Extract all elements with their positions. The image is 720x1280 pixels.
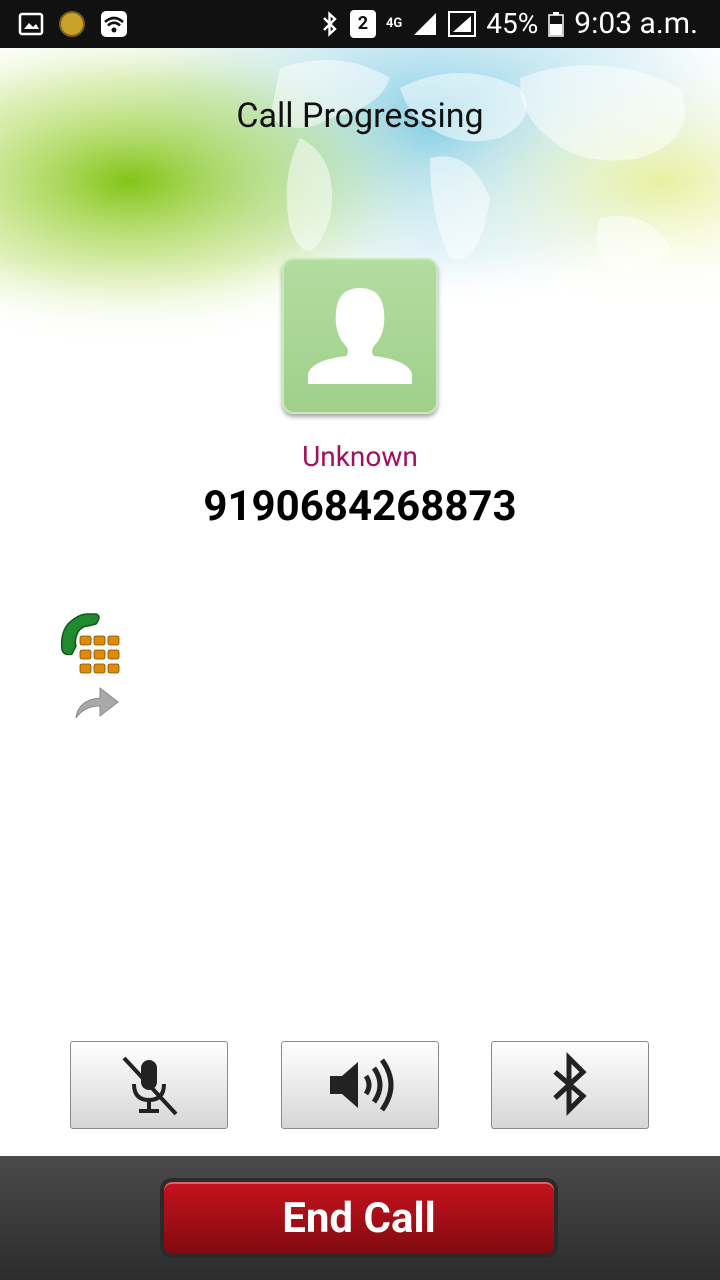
speaker-button[interactable] <box>281 1041 439 1129</box>
bluetooth-icon <box>553 1051 587 1117</box>
forward-arrow-icon <box>75 686 119 719</box>
bluetooth-button[interactable] <box>491 1041 649 1129</box>
mute-button[interactable] <box>70 1041 228 1129</box>
status-time: 9:03 a.m. <box>574 6 698 41</box>
status-bar: 2 4G 45% 9:03 a.m. <box>0 0 720 48</box>
status-right-icons: 2 4G 45% 9:03 a.m. <box>320 6 698 41</box>
battery-percent: 45% <box>486 7 539 40</box>
dialpad-button[interactable] <box>58 610 124 680</box>
person-icon <box>308 288 412 384</box>
signal-icon <box>414 12 437 35</box>
call-forward-button[interactable] <box>72 686 122 720</box>
call-status-title: Call Progressing <box>236 96 484 136</box>
mic-muted-icon <box>122 1056 178 1116</box>
contact-name: Unknown <box>302 440 418 473</box>
contact-number: 9190684268873 <box>203 482 517 531</box>
signal-secondary-icon <box>448 10 477 37</box>
network-type: 4G <box>385 16 403 31</box>
bluetooth-status-icon <box>323 10 337 37</box>
end-call-button[interactable]: End Call <box>160 1178 558 1258</box>
dialpad-phone-icon <box>60 613 120 674</box>
battery-icon <box>548 11 564 37</box>
sim-slot-badge: 2 <box>349 9 376 38</box>
status-left-icons <box>18 10 128 38</box>
gallery-icon <box>18 12 44 36</box>
contact-avatar <box>282 258 438 414</box>
speaker-icon <box>330 1058 394 1112</box>
app-badge-icon <box>59 11 85 37</box>
wifi-app-icon <box>101 11 127 37</box>
